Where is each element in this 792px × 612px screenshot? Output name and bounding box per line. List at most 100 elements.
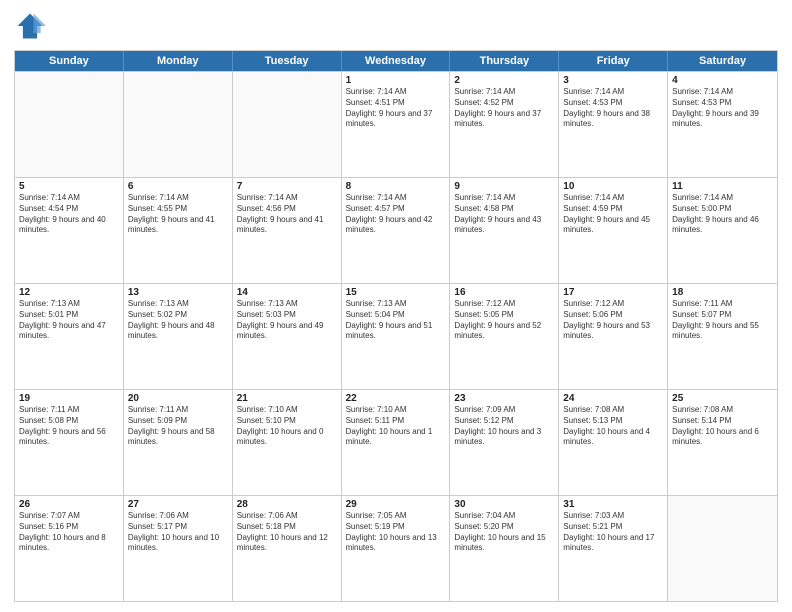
day-cell-17: 17Sunrise: 7:12 AM Sunset: 5:06 PM Dayli… <box>559 284 668 389</box>
day-info: Sunrise: 7:14 AM Sunset: 4:54 PM Dayligh… <box>19 193 119 236</box>
day-number: 30 <box>454 499 554 510</box>
day-number: 31 <box>563 499 663 510</box>
day-cell-23: 23Sunrise: 7:09 AM Sunset: 5:12 PM Dayli… <box>450 390 559 495</box>
day-number: 12 <box>19 287 119 298</box>
weekday-header-monday: Monday <box>124 51 233 71</box>
day-number: 27 <box>128 499 228 510</box>
day-number: 28 <box>237 499 337 510</box>
day-number: 9 <box>454 181 554 192</box>
day-info: Sunrise: 7:13 AM Sunset: 5:02 PM Dayligh… <box>128 299 228 342</box>
weekday-header-saturday: Saturday <box>668 51 777 71</box>
day-info: Sunrise: 7:13 AM Sunset: 5:03 PM Dayligh… <box>237 299 337 342</box>
day-number: 18 <box>672 287 773 298</box>
day-cell-12: 12Sunrise: 7:13 AM Sunset: 5:01 PM Dayli… <box>15 284 124 389</box>
day-info: Sunrise: 7:03 AM Sunset: 5:21 PM Dayligh… <box>563 511 663 554</box>
header <box>14 10 778 42</box>
day-info: Sunrise: 7:13 AM Sunset: 5:04 PM Dayligh… <box>346 299 446 342</box>
day-info: Sunrise: 7:12 AM Sunset: 5:06 PM Dayligh… <box>563 299 663 342</box>
day-cell-21: 21Sunrise: 7:10 AM Sunset: 5:10 PM Dayli… <box>233 390 342 495</box>
day-cell-6: 6Sunrise: 7:14 AM Sunset: 4:55 PM Daylig… <box>124 178 233 283</box>
day-number: 17 <box>563 287 663 298</box>
day-cell-9: 9Sunrise: 7:14 AM Sunset: 4:58 PM Daylig… <box>450 178 559 283</box>
day-cell-3: 3Sunrise: 7:14 AM Sunset: 4:53 PM Daylig… <box>559 72 668 177</box>
calendar-week-3: 12Sunrise: 7:13 AM Sunset: 5:01 PM Dayli… <box>15 283 777 389</box>
day-cell-2: 2Sunrise: 7:14 AM Sunset: 4:52 PM Daylig… <box>450 72 559 177</box>
day-number: 2 <box>454 75 554 86</box>
day-cell-22: 22Sunrise: 7:10 AM Sunset: 5:11 PM Dayli… <box>342 390 451 495</box>
day-info: Sunrise: 7:09 AM Sunset: 5:12 PM Dayligh… <box>454 405 554 448</box>
day-info: Sunrise: 7:08 AM Sunset: 5:13 PM Dayligh… <box>563 405 663 448</box>
weekday-header-sunday: Sunday <box>15 51 124 71</box>
day-number: 13 <box>128 287 228 298</box>
day-info: Sunrise: 7:05 AM Sunset: 5:19 PM Dayligh… <box>346 511 446 554</box>
page: SundayMondayTuesdayWednesdayThursdayFrid… <box>0 0 792 612</box>
day-number: 3 <box>563 75 663 86</box>
calendar-header: SundayMondayTuesdayWednesdayThursdayFrid… <box>15 51 777 71</box>
calendar-week-1: 1Sunrise: 7:14 AM Sunset: 4:51 PM Daylig… <box>15 71 777 177</box>
day-number: 4 <box>672 75 773 86</box>
calendar: SundayMondayTuesdayWednesdayThursdayFrid… <box>14 50 778 602</box>
day-info: Sunrise: 7:14 AM Sunset: 4:53 PM Dayligh… <box>563 87 663 130</box>
day-info: Sunrise: 7:04 AM Sunset: 5:20 PM Dayligh… <box>454 511 554 554</box>
empty-cell <box>668 496 777 601</box>
day-info: Sunrise: 7:08 AM Sunset: 5:14 PM Dayligh… <box>672 405 773 448</box>
day-cell-19: 19Sunrise: 7:11 AM Sunset: 5:08 PM Dayli… <box>15 390 124 495</box>
empty-cell <box>15 72 124 177</box>
day-cell-15: 15Sunrise: 7:13 AM Sunset: 5:04 PM Dayli… <box>342 284 451 389</box>
day-number: 20 <box>128 393 228 404</box>
day-number: 16 <box>454 287 554 298</box>
day-info: Sunrise: 7:14 AM Sunset: 4:52 PM Dayligh… <box>454 87 554 130</box>
day-number: 1 <box>346 75 446 86</box>
day-info: Sunrise: 7:14 AM Sunset: 4:56 PM Dayligh… <box>237 193 337 236</box>
logo <box>14 10 50 42</box>
day-info: Sunrise: 7:14 AM Sunset: 4:53 PM Dayligh… <box>672 87 773 130</box>
day-info: Sunrise: 7:11 AM Sunset: 5:07 PM Dayligh… <box>672 299 773 342</box>
day-cell-16: 16Sunrise: 7:12 AM Sunset: 5:05 PM Dayli… <box>450 284 559 389</box>
calendar-week-5: 26Sunrise: 7:07 AM Sunset: 5:16 PM Dayli… <box>15 495 777 601</box>
day-number: 10 <box>563 181 663 192</box>
day-number: 6 <box>128 181 228 192</box>
day-info: Sunrise: 7:13 AM Sunset: 5:01 PM Dayligh… <box>19 299 119 342</box>
day-cell-11: 11Sunrise: 7:14 AM Sunset: 5:00 PM Dayli… <box>668 178 777 283</box>
empty-cell <box>124 72 233 177</box>
day-info: Sunrise: 7:14 AM Sunset: 4:57 PM Dayligh… <box>346 193 446 236</box>
day-cell-30: 30Sunrise: 7:04 AM Sunset: 5:20 PM Dayli… <box>450 496 559 601</box>
day-number: 22 <box>346 393 446 404</box>
weekday-header-friday: Friday <box>559 51 668 71</box>
day-number: 5 <box>19 181 119 192</box>
day-number: 14 <box>237 287 337 298</box>
day-cell-4: 4Sunrise: 7:14 AM Sunset: 4:53 PM Daylig… <box>668 72 777 177</box>
day-number: 21 <box>237 393 337 404</box>
day-info: Sunrise: 7:14 AM Sunset: 4:58 PM Dayligh… <box>454 193 554 236</box>
day-info: Sunrise: 7:06 AM Sunset: 5:18 PM Dayligh… <box>237 511 337 554</box>
day-cell-1: 1Sunrise: 7:14 AM Sunset: 4:51 PM Daylig… <box>342 72 451 177</box>
day-number: 24 <box>563 393 663 404</box>
day-number: 15 <box>346 287 446 298</box>
calendar-week-2: 5Sunrise: 7:14 AM Sunset: 4:54 PM Daylig… <box>15 177 777 283</box>
day-info: Sunrise: 7:11 AM Sunset: 5:09 PM Dayligh… <box>128 405 228 448</box>
day-number: 11 <box>672 181 773 192</box>
day-number: 25 <box>672 393 773 404</box>
weekday-header-thursday: Thursday <box>450 51 559 71</box>
day-info: Sunrise: 7:10 AM Sunset: 5:11 PM Dayligh… <box>346 405 446 448</box>
day-number: 19 <box>19 393 119 404</box>
calendar-body: 1Sunrise: 7:14 AM Sunset: 4:51 PM Daylig… <box>15 71 777 601</box>
weekday-header-tuesday: Tuesday <box>233 51 342 71</box>
day-info: Sunrise: 7:11 AM Sunset: 5:08 PM Dayligh… <box>19 405 119 448</box>
day-info: Sunrise: 7:06 AM Sunset: 5:17 PM Dayligh… <box>128 511 228 554</box>
day-number: 26 <box>19 499 119 510</box>
day-cell-14: 14Sunrise: 7:13 AM Sunset: 5:03 PM Dayli… <box>233 284 342 389</box>
day-cell-18: 18Sunrise: 7:11 AM Sunset: 5:07 PM Dayli… <box>668 284 777 389</box>
day-info: Sunrise: 7:14 AM Sunset: 4:51 PM Dayligh… <box>346 87 446 130</box>
day-cell-8: 8Sunrise: 7:14 AM Sunset: 4:57 PM Daylig… <box>342 178 451 283</box>
day-number: 23 <box>454 393 554 404</box>
day-number: 8 <box>346 181 446 192</box>
calendar-week-4: 19Sunrise: 7:11 AM Sunset: 5:08 PM Dayli… <box>15 389 777 495</box>
day-cell-27: 27Sunrise: 7:06 AM Sunset: 5:17 PM Dayli… <box>124 496 233 601</box>
day-cell-5: 5Sunrise: 7:14 AM Sunset: 4:54 PM Daylig… <box>15 178 124 283</box>
day-cell-20: 20Sunrise: 7:11 AM Sunset: 5:09 PM Dayli… <box>124 390 233 495</box>
day-info: Sunrise: 7:14 AM Sunset: 5:00 PM Dayligh… <box>672 193 773 236</box>
day-info: Sunrise: 7:14 AM Sunset: 4:55 PM Dayligh… <box>128 193 228 236</box>
day-cell-31: 31Sunrise: 7:03 AM Sunset: 5:21 PM Dayli… <box>559 496 668 601</box>
weekday-header-wednesday: Wednesday <box>342 51 451 71</box>
